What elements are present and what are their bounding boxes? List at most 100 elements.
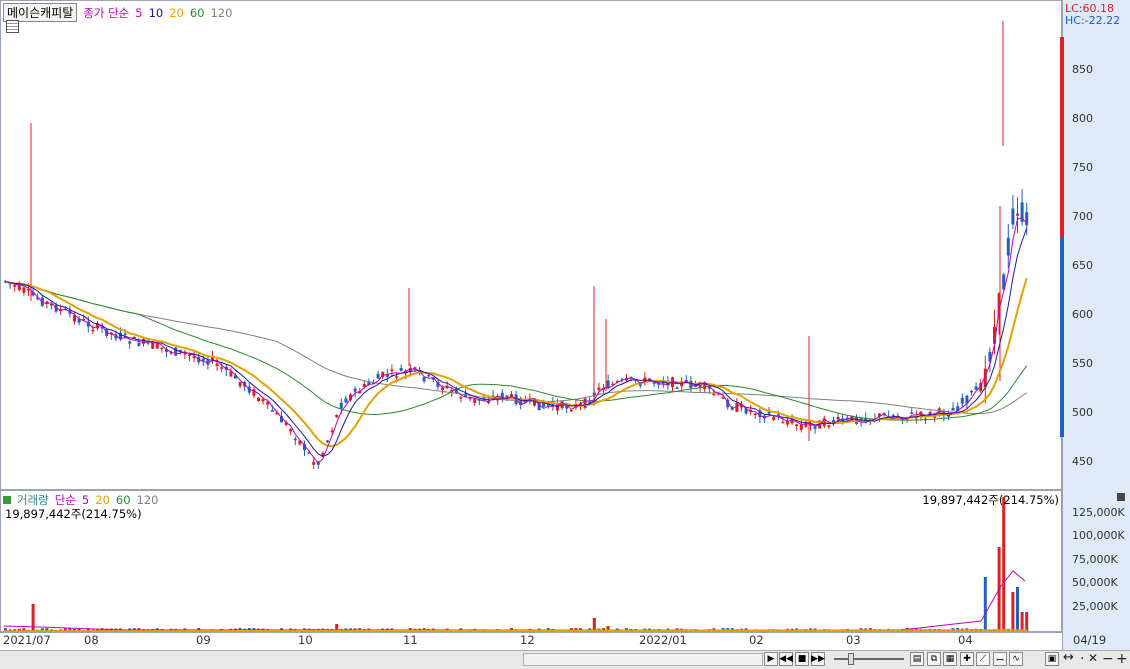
candle-body [13,285,17,287]
hc-value: HC:-22.22 [1065,14,1121,27]
candle-body [960,397,964,404]
volume-ma5-line [3,570,1026,631]
candle-body [312,461,316,465]
volume-bar [1011,592,1015,631]
volume-bar [1016,587,1019,631]
candle-body [569,409,573,412]
candle-body [326,440,329,443]
price-tick: 500 [1072,406,1093,419]
stop-icon[interactable]: ■ [795,652,809,666]
candle-body [583,398,587,408]
x-tick: 10 [298,633,313,647]
candle-body [220,367,224,369]
volume-bar [1025,612,1029,631]
x-tick: 2021/07 [3,633,51,647]
candle-body [188,354,191,356]
x-tick: 02 [749,633,764,647]
move-left-icon[interactable]: · [1080,651,1084,667]
candle-body [970,390,973,393]
volume-tick: 125,000K [1072,506,1125,519]
rewind-icon[interactable]: ◀◀ [779,652,793,666]
zoom-out-icon[interactable]: − [1102,651,1114,667]
volume-bar [1002,497,1006,631]
price-tick: 700 [1072,210,1093,223]
candle-body [123,333,127,335]
candle-body [201,358,205,361]
candle-body [174,347,178,356]
candle-body [781,421,785,424]
candle-body [270,410,274,412]
candle-body [638,384,642,386]
wave-icon[interactable]: ∿ [1009,652,1023,666]
zoom-slider-thumb[interactable] [848,653,854,665]
volume-current-right: 19,897,442주(214.75%) [922,493,1059,507]
candle-body [22,287,26,293]
table-icon[interactable]: ▦ [943,652,957,666]
candle-body [257,397,260,401]
candle-body [293,438,297,441]
price-chart-canvas [4,21,1029,470]
fast-forward-icon[interactable]: ▶▶ [811,652,825,666]
zoom-in-icon[interactable]: + [1116,651,1128,667]
x-tick: 2022/01 [639,633,687,647]
x-tick: 12 [520,633,535,647]
candle-body [441,387,444,390]
candle-body [261,399,265,402]
grid-icon[interactable] [6,20,19,33]
candle-body [427,374,431,377]
play-icon[interactable]: ▶ [764,652,778,666]
price-tick: 600 [1072,308,1093,321]
horizontal-scrollbar[interactable] [523,653,763,666]
candle-body [951,407,955,411]
zoom-slider[interactable] [834,658,904,660]
candle-body [390,369,394,372]
candle-body [1011,208,1015,225]
price-tick: 850 [1072,63,1093,76]
volume-expand-icon[interactable] [1117,493,1125,501]
candle-body [799,424,803,430]
volume-ma-5: 5 [81,493,90,507]
x-tick: 03 [846,633,861,647]
volume-chart-canvas [3,497,1029,631]
candle-body [974,386,978,390]
pattern-icon[interactable]: ꟷ [993,652,1007,666]
volume-tick: 25,000K [1072,600,1118,613]
candle-body [160,347,164,349]
candle-body [542,403,546,407]
candle-body [712,393,716,396]
candle-body [827,425,831,428]
ma-legend-10: 10 [148,5,164,20]
copy-icon[interactable]: ⧉ [927,652,941,666]
volume-chart-panel[interactable]: 거래량 단순 5 20 60 120 19,897,442주(214.75%) … [0,490,1062,632]
ma-legend-120: 120 [210,5,233,20]
price-tick: 550 [1072,357,1093,370]
candle-body [155,343,159,349]
candle-body [344,398,348,403]
ma-legend-5: 5 [135,5,143,20]
price-tick: 650 [1072,259,1093,272]
candle-body [339,402,343,409]
candle-body [422,377,426,382]
candle-body [238,381,242,387]
volume-bar [31,604,35,631]
candle-body [795,424,799,427]
current-date: 04/19 [1073,633,1107,647]
candle-body [91,329,95,332]
price-chart-panel[interactable]: 메이슨캐피탈 종가 단순 5 10 20 60 120 [0,0,1062,490]
volume-ma-60: 60 [115,493,131,507]
price-tick: 750 [1072,161,1093,174]
candle-body [776,414,780,416]
candle-body [376,373,380,379]
close-icon[interactable]: ✕ [1088,651,1098,665]
chart-type-icon[interactable]: ▤ [910,652,924,666]
candle-body [1006,237,1010,256]
ma-legend-60: 60 [189,5,205,20]
candle-body [772,417,776,421]
expand-icon[interactable]: ↔ [1063,650,1074,665]
candle-body [459,397,463,399]
crosshair-icon[interactable]: ✚ [960,652,974,666]
palette-icon[interactable]: ▣ [1045,652,1059,666]
candle-body [836,417,840,420]
x-tick: 11 [403,633,418,647]
line-draw-icon[interactable]: ⟋ [976,652,990,666]
